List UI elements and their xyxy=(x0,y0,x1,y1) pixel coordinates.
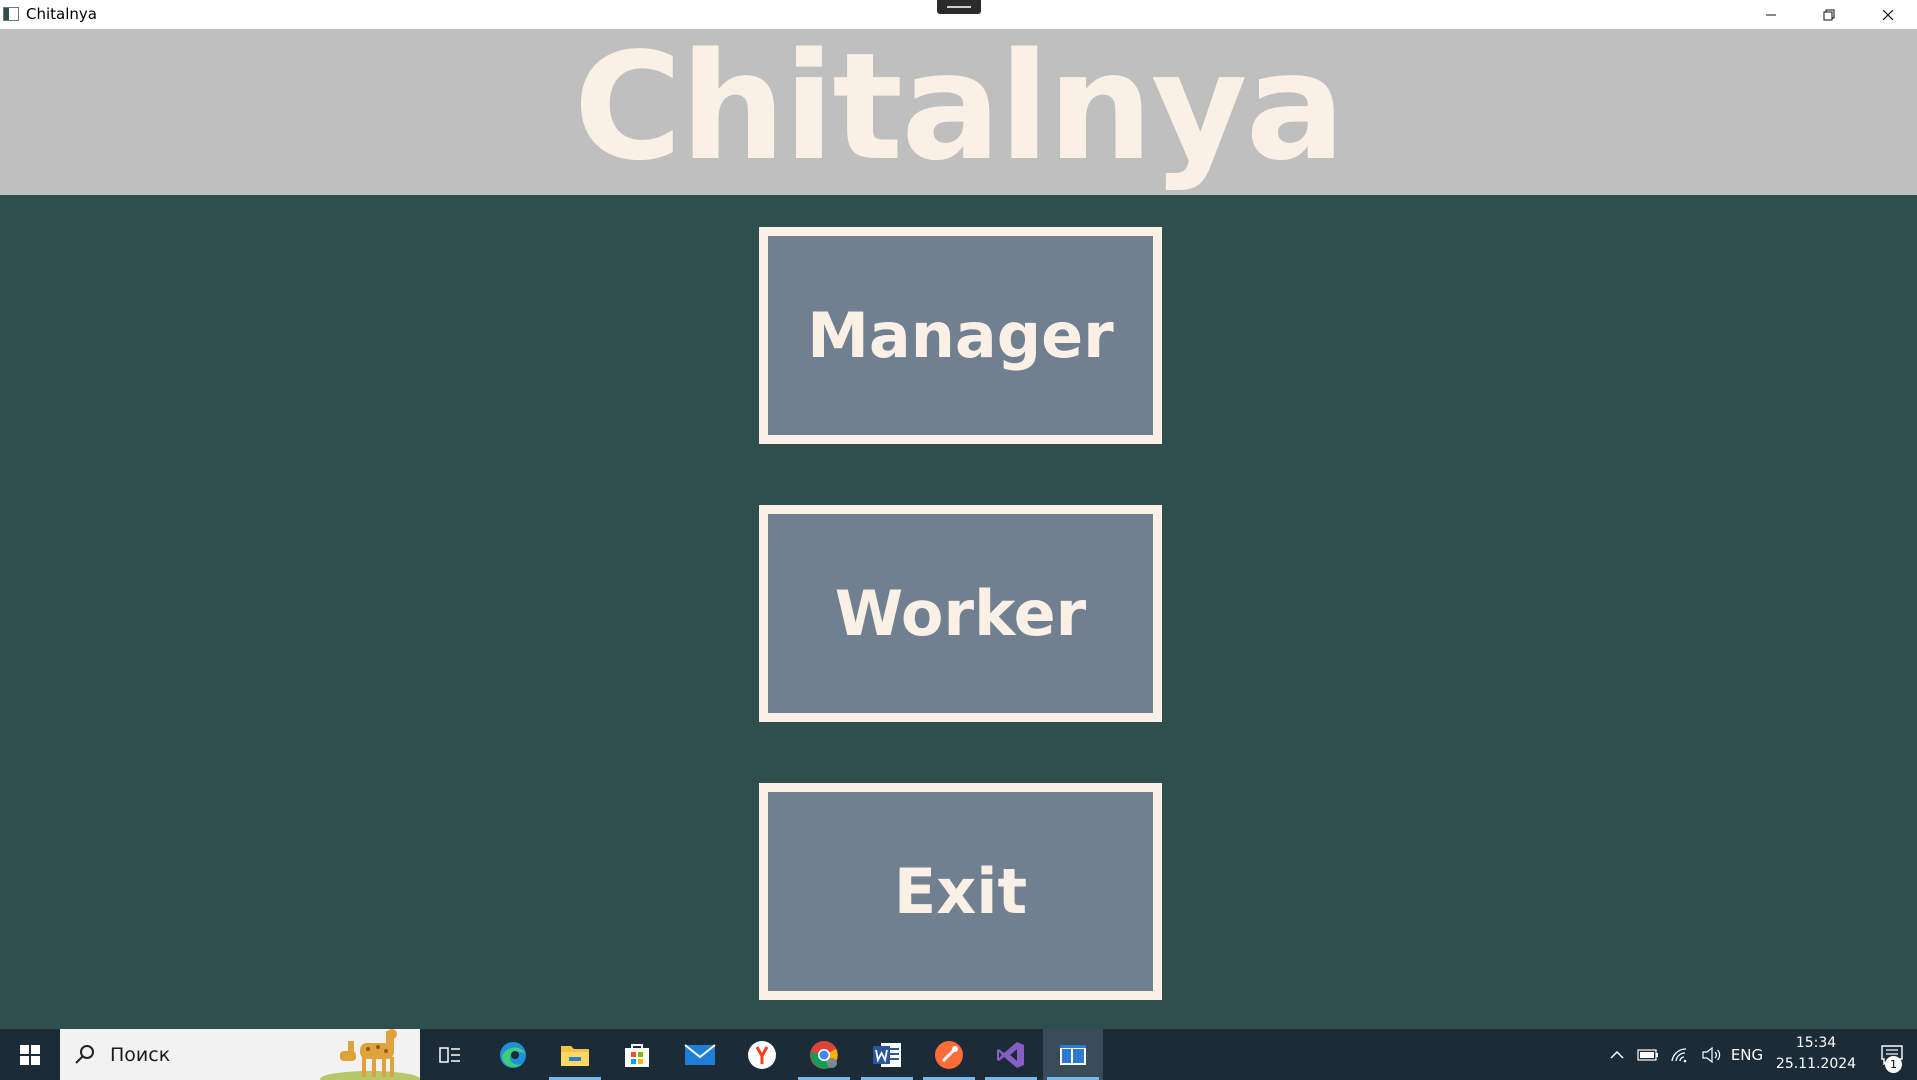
taskbar-clock[interactable]: 15:34 25.11.2024 xyxy=(1766,1033,1866,1075)
taskbar-app-chitalnya[interactable] xyxy=(1043,1029,1103,1080)
visual-studio-icon xyxy=(997,1041,1024,1068)
wifi-icon xyxy=(1671,1047,1687,1062)
battery-icon xyxy=(1637,1048,1658,1061)
minimize-icon xyxy=(1766,14,1776,15)
microsoft-store-icon xyxy=(625,1043,649,1067)
task-view-button[interactable] xyxy=(420,1029,480,1080)
search-icon xyxy=(75,1045,94,1064)
yandex-browser-icon xyxy=(748,1040,776,1069)
postman-icon xyxy=(935,1040,963,1069)
restore-button[interactable] xyxy=(1800,0,1858,29)
app-screen: Chitalnya Chitalnya Manager Worker Exit … xyxy=(0,0,1917,1080)
manager-button[interactable]: Manager xyxy=(759,227,1162,444)
chrome-icon xyxy=(810,1040,838,1069)
taskbar-app-yandex[interactable] xyxy=(732,1029,792,1080)
app-header: Chitalnya xyxy=(0,29,1917,195)
file-explorer-icon xyxy=(561,1045,589,1066)
battery-indicator[interactable] xyxy=(1632,1029,1664,1080)
taskbar-app-postman[interactable] xyxy=(919,1029,979,1080)
window-title: Chitalnya xyxy=(26,5,97,23)
worker-button-label: Worker xyxy=(834,577,1087,650)
taskbar: Поиск ENG 15:34 25.11.2024 1 xyxy=(0,1029,1917,1080)
volume-indicator[interactable] xyxy=(1696,1029,1728,1080)
taskbar-app-edge[interactable] xyxy=(483,1029,543,1080)
taskbar-app-word[interactable] xyxy=(857,1029,917,1080)
start-button[interactable] xyxy=(0,1029,60,1080)
taskbar-search-box[interactable]: Поиск xyxy=(60,1029,420,1080)
windows-logo-icon xyxy=(20,1044,40,1065)
notification-count-badge: 1 xyxy=(1885,1056,1902,1073)
mail-icon xyxy=(684,1043,716,1065)
language-label: ENG xyxy=(1730,1045,1764,1064)
clock-date: 25.11.2024 xyxy=(1775,1056,1857,1072)
taskbar-app-mail[interactable] xyxy=(670,1029,730,1080)
search-placeholder: Поиск xyxy=(110,1044,171,1066)
worker-button-face: Worker xyxy=(768,514,1153,713)
clock-time: 15:34 xyxy=(1795,1035,1837,1051)
worker-button[interactable]: Worker xyxy=(759,505,1162,722)
manager-button-label: Manager xyxy=(807,299,1114,372)
taskbar-app-visual-studio[interactable] xyxy=(981,1029,1041,1080)
exit-button-face: Exit xyxy=(768,792,1153,991)
close-button[interactable] xyxy=(1859,0,1917,29)
word-icon xyxy=(873,1042,901,1067)
task-view-icon xyxy=(439,1046,460,1063)
search-highlight-giraffe-icon xyxy=(320,1029,420,1080)
chevron-up-icon xyxy=(1610,1050,1624,1059)
minimize-button[interactable] xyxy=(1742,0,1800,29)
app-title: Chitalnya xyxy=(573,21,1346,193)
speaker-icon xyxy=(1702,1046,1721,1063)
exit-button-label: Exit xyxy=(893,855,1028,928)
taskbar-app-store[interactable] xyxy=(607,1029,667,1080)
input-language-indicator[interactable]: ENG xyxy=(1728,1029,1766,1080)
close-icon xyxy=(1882,9,1894,20)
manager-button-face: Manager xyxy=(768,236,1153,435)
chitalnya-app-icon xyxy=(1060,1044,1086,1065)
restore-icon xyxy=(1823,9,1835,20)
snap-handle[interactable] xyxy=(937,0,981,14)
app-window-icon xyxy=(3,7,19,21)
taskbar-app-file-explorer[interactable] xyxy=(545,1029,605,1080)
taskbar-app-chrome[interactable] xyxy=(794,1029,854,1080)
network-indicator[interactable] xyxy=(1664,1029,1696,1080)
show-hidden-icons-button[interactable] xyxy=(1604,1029,1630,1080)
edge-icon xyxy=(500,1041,526,1068)
exit-button[interactable]: Exit xyxy=(759,783,1162,1000)
